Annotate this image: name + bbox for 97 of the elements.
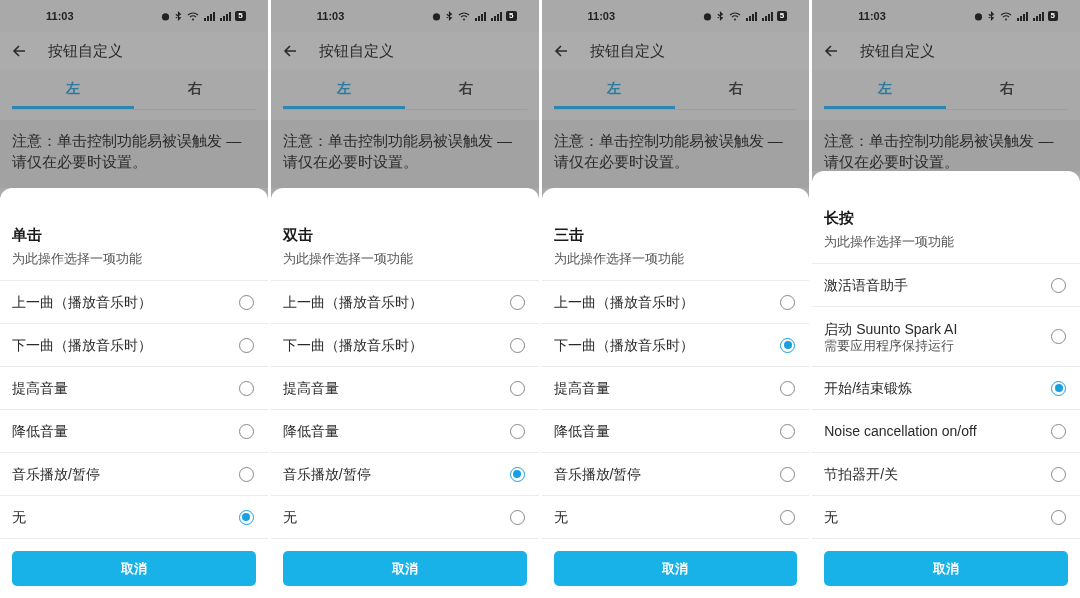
signal-icon bbox=[474, 11, 487, 21]
page-title: 按钮自定义 bbox=[589, 40, 665, 61]
option-row[interactable]: 无 bbox=[0, 496, 268, 539]
option-row[interactable]: 无 bbox=[270, 496, 539, 539]
option-row[interactable]: 下一曲（播放音乐时） bbox=[270, 324, 539, 367]
option-row[interactable]: 上一曲（播放音乐时） bbox=[541, 281, 810, 324]
option-label: 音乐播放/暂停 bbox=[282, 465, 371, 483]
option-label: 无 bbox=[553, 508, 568, 526]
option-label: 降低音量 bbox=[282, 422, 339, 440]
option-row[interactable]: 下一曲（播放音乐时） bbox=[0, 324, 268, 367]
bluetooth-icon bbox=[445, 11, 455, 21]
signal-icon bbox=[1031, 11, 1044, 21]
battery-icon: 5 bbox=[235, 11, 246, 21]
tab[interactable]: 右 bbox=[946, 70, 1068, 109]
option-row[interactable]: 激活语音助手 bbox=[812, 264, 1080, 307]
back-arrow-icon[interactable] bbox=[282, 45, 297, 57]
option-label: 上一曲（播放音乐时） bbox=[553, 293, 694, 311]
status-time: 11:03 bbox=[587, 8, 616, 24]
sheet-subtitle: 为此操作选择一项功能 bbox=[282, 249, 414, 268]
wifi-icon bbox=[999, 11, 1012, 21]
sheet-title: 三击 bbox=[553, 225, 585, 245]
option-label: 提高音量 bbox=[12, 379, 68, 397]
option-label: Noise cancellation on/off bbox=[824, 422, 977, 440]
option-label: 下一曲（播放音乐时） bbox=[282, 336, 423, 354]
option-label: 下一曲（播放音乐时） bbox=[553, 336, 694, 354]
option-label: 音乐播放/暂停 bbox=[553, 465, 642, 483]
wifi-icon bbox=[458, 11, 471, 21]
option-row[interactable]: 音乐播放/暂停 bbox=[541, 453, 810, 496]
option-row[interactable]: 提高音量 bbox=[541, 367, 810, 410]
battery-icon: 5 bbox=[776, 11, 788, 21]
option-row[interactable]: 开始/结束锻炼 bbox=[812, 367, 1080, 410]
status-time: 11:03 bbox=[858, 8, 886, 24]
sheet-subtitle: 为此操作选择一项功能 bbox=[824, 232, 956, 251]
status-time: 11:03 bbox=[46, 8, 74, 24]
page-title: 按钮自定义 bbox=[860, 40, 936, 61]
wifi-icon bbox=[728, 11, 741, 21]
notice-text: 注意：单击控制功能易被误触发 — 请仅在必要时设置。 bbox=[553, 131, 784, 172]
option-row[interactable]: 音乐播放/暂停 bbox=[270, 453, 539, 496]
signal-icon bbox=[744, 11, 757, 21]
sheet-subtitle: 为此操作选择一项功能 bbox=[553, 249, 685, 268]
option-row[interactable]: 无 bbox=[541, 496, 810, 539]
sheet-title: 双击 bbox=[282, 225, 314, 245]
option-row[interactable]: 下一曲（播放音乐时） bbox=[541, 324, 810, 367]
battery-icon: 5 bbox=[1047, 11, 1058, 21]
option-row[interactable]: 降低音量 bbox=[270, 410, 539, 453]
option-row[interactable]: 降低音量 bbox=[541, 410, 810, 453]
page-title: 按钮自定义 bbox=[318, 40, 394, 61]
option-row[interactable]: 启动 Suunto Spark AI 需要应用程序保持运行 bbox=[812, 307, 1080, 367]
signal-icon bbox=[760, 11, 773, 21]
option-label: 提高音量 bbox=[282, 379, 339, 397]
option-label: 无 bbox=[282, 508, 297, 526]
tab[interactable]: 右 bbox=[133, 70, 256, 109]
option-label: 提高音量 bbox=[553, 379, 610, 397]
bluetooth-icon bbox=[174, 11, 184, 21]
option-label: 节拍器开/关 bbox=[824, 465, 899, 483]
option-row[interactable]: 无 bbox=[812, 496, 1080, 539]
notice-text: 注意：单击控制功能易被误触发 — 请仅在必要时设置。 bbox=[282, 131, 513, 172]
tab[interactable]: 右 bbox=[404, 70, 527, 109]
sheet-title: 单击 bbox=[12, 225, 43, 245]
option-row[interactable]: 音乐播放/暂停 bbox=[0, 453, 268, 496]
option-row[interactable]: Noise cancellation on/off bbox=[812, 410, 1080, 453]
option-row[interactable]: 节拍器开/关 bbox=[812, 453, 1080, 496]
back-arrow-icon[interactable] bbox=[824, 45, 839, 57]
option-label: 激活语音助手 bbox=[824, 276, 909, 294]
option-row[interactable]: 降低音量 bbox=[0, 410, 268, 453]
option-label: 降低音量 bbox=[12, 422, 68, 440]
signal-icon bbox=[203, 11, 216, 21]
option-row[interactable]: 提高音量 bbox=[270, 367, 539, 410]
option-label: 降低音量 bbox=[553, 422, 610, 440]
battery-icon: 5 bbox=[506, 11, 517, 21]
option-label: 开始/结束锻炼 bbox=[824, 379, 913, 397]
page-title: 按钮自定义 bbox=[48, 40, 123, 61]
sheet-title: 长按 bbox=[824, 208, 856, 228]
signal-icon bbox=[219, 11, 232, 21]
bluetooth-icon bbox=[986, 11, 996, 21]
option-label: 上一曲（播放音乐时） bbox=[282, 293, 423, 311]
notice-text: 注意：单击控制功能易被误触发 — 请仅在必要时设置。 bbox=[12, 131, 243, 172]
option-label: 无 bbox=[824, 508, 839, 526]
option-label: 音乐播放/暂停 bbox=[12, 465, 100, 483]
bluetooth-icon bbox=[715, 11, 725, 21]
back-arrow-icon[interactable] bbox=[553, 45, 568, 57]
option-label: 无 bbox=[12, 508, 26, 526]
back-arrow-icon[interactable] bbox=[12, 45, 26, 57]
sheet-subtitle: 为此操作选择一项功能 bbox=[12, 249, 143, 268]
signal-icon bbox=[490, 11, 503, 21]
signal-icon bbox=[1015, 11, 1028, 21]
option-row[interactable]: 提高音量 bbox=[0, 367, 268, 410]
option-label: 下一曲（播放音乐时） bbox=[12, 336, 152, 354]
status-time: 11:03 bbox=[316, 8, 345, 24]
option-note: 需要应用程序保持运行 bbox=[824, 337, 956, 354]
wifi-icon bbox=[187, 11, 200, 21]
option-label: 启动 Suunto Spark AI bbox=[824, 319, 958, 338]
notice-text: 注意：单击控制功能易被误触发 — 请仅在必要时设置。 bbox=[824, 131, 1055, 171]
option-row[interactable]: 上一曲（播放音乐时） bbox=[0, 281, 268, 324]
option-label: 上一曲（播放音乐时） bbox=[12, 293, 152, 311]
option-row[interactable]: 上一曲（播放音乐时） bbox=[270, 281, 539, 324]
tab[interactable]: 右 bbox=[675, 70, 798, 109]
